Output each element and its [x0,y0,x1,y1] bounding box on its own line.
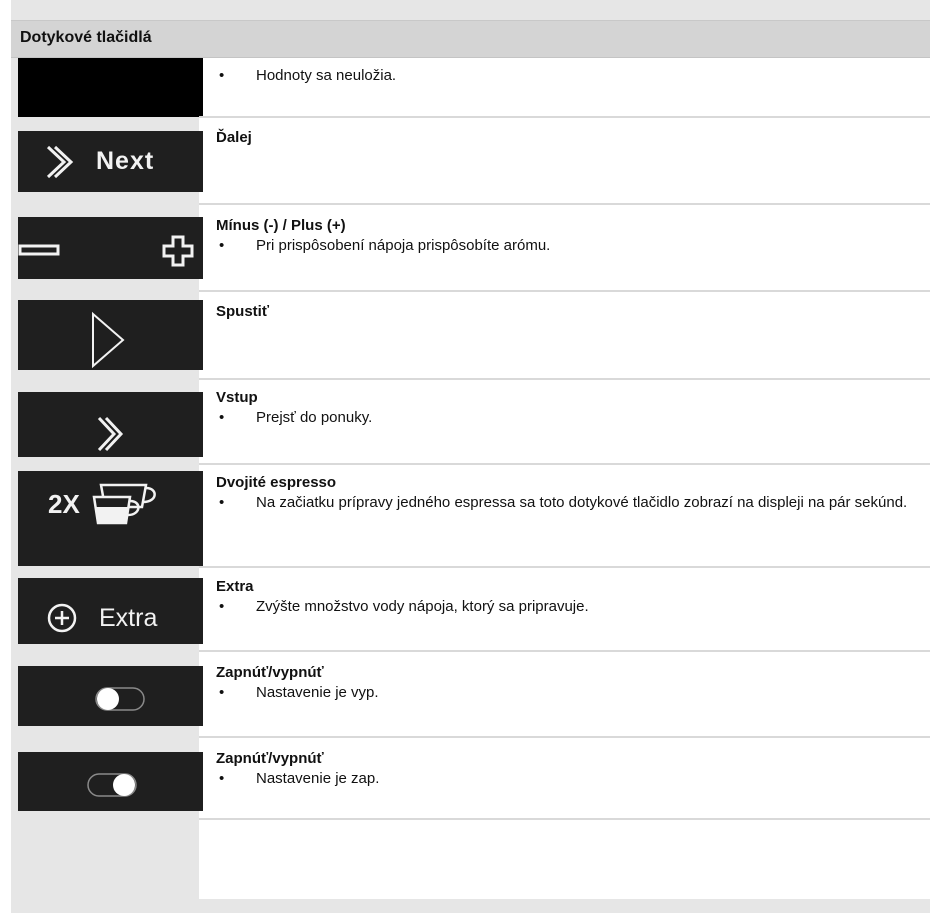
row-divider [199,818,930,820]
row-title: Mínus (-) / Plus (+) [216,217,346,234]
row-title: Zapnúť/vypnúť [216,664,324,681]
table-header: Dotykové tlačidlá [11,20,930,58]
extra-tile-label: Extra [99,604,158,632]
minus-plus-tile [18,217,203,279]
toggle-on-icon [87,773,137,797]
row-bullet: Nastavenie je vyp. [216,683,932,703]
table-header-title: Dotykové tlačidlá [20,29,152,46]
table-row-no-save: Hodnoty sa neuložia. [11,58,930,117]
row-title: Ďalej [216,129,252,146]
row-bullet: Na začiatku prípravy jedného espressa sa… [216,493,932,513]
start-button-tile [18,300,203,370]
row-title: Zapnúť/vypnúť [216,750,324,767]
row-bullet: Hodnoty sa neuložia. [216,66,932,86]
row-title: Dvojité espresso [216,474,337,491]
extra-button-tile: Extra [18,578,203,644]
table-row-double-espresso: 2X Dvojité espresso Na začiatku prípravy… [11,465,930,566]
row-bullet: Prejsť do ponuky. [216,408,932,428]
toggle-off-tile [18,666,203,726]
table-row-minus-plus: Mínus (-) / Plus (+) Pri prispôsobení ná… [11,205,930,290]
row-bullet: Nastavenie je zap. [216,769,932,789]
row-title: Vstup [216,389,258,406]
table-row-next: Next Ďalej [11,118,930,203]
table-row-extra: Extra Extra Zvýšte množstvo vody nápoja,… [11,568,930,650]
enter-button-tile [18,392,203,457]
double-espresso-tile: 2X [18,471,203,566]
minus-plus-icon [18,235,194,267]
play-triangle-icon [92,311,125,369]
two-cups-icon [92,483,156,525]
row-title: Spustiť [216,303,270,320]
row-bullet: Zvýšte množstvo vody nápoja, ktorý sa pr… [216,597,932,617]
chevron-right-double-icon [97,416,124,452]
table-row-toggle-off: Zapnúť/vypnúť Nastavenie je vyp. [11,652,930,736]
next-button-tile: Next [18,131,203,192]
toggle-off-icon [95,687,145,711]
blank-tile [18,58,203,117]
table-row-enter: Vstup Prejsť do ponuky. [11,380,930,463]
row-title: Extra [216,578,254,595]
row-bullet: Pri prispôsobení nápoja prispôsobíte aró… [216,236,932,256]
table-row-start: Spustiť [11,292,930,378]
toggle-on-tile [18,752,203,811]
next-tile-label: Next [96,147,155,175]
